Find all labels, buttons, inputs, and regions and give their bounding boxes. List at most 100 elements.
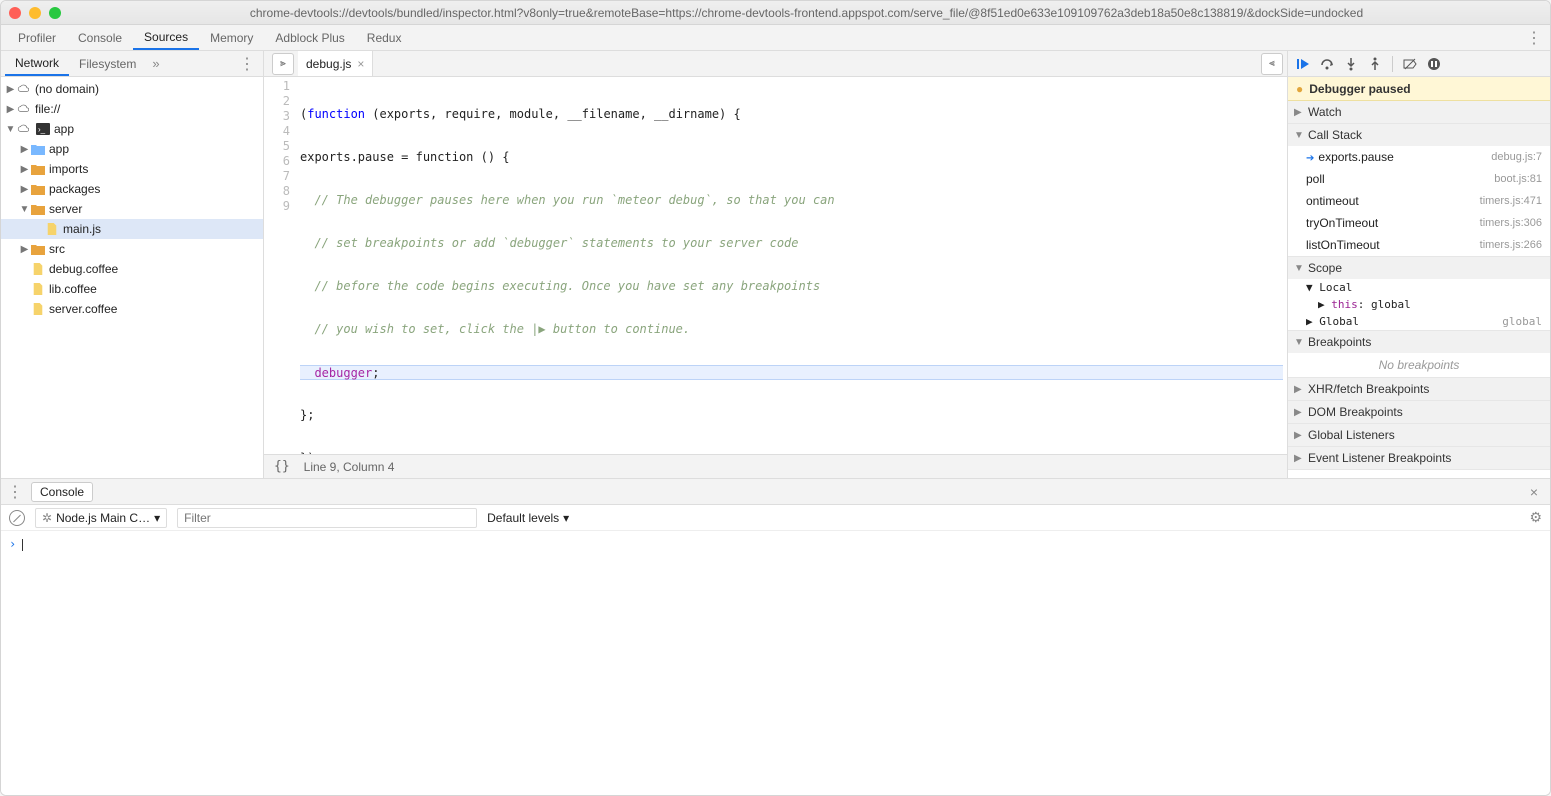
file-tab-debug-js[interactable]: debug.js × [298, 51, 373, 76]
drawer-tab-console[interactable]: Console [31, 482, 93, 502]
console-filter-input[interactable] [177, 508, 477, 528]
callstack-section-header[interactable]: ▼Call Stack [1288, 124, 1550, 146]
tree-folder-src[interactable]: ▶ src [1, 239, 263, 259]
tree-file-server-coffee[interactable]: server.coffee [1, 299, 263, 319]
drawer-menu-button[interactable]: ⋮ [7, 482, 23, 502]
scope-this[interactable]: ▶ this: global [1288, 296, 1550, 313]
event-listener-breakpoints-header[interactable]: ▶Event Listener Breakpoints [1288, 447, 1550, 469]
frame-where: timers.js:471 [1480, 195, 1542, 207]
close-drawer-button[interactable]: × [1530, 484, 1538, 500]
scope-section-header[interactable]: ▼Scope [1288, 257, 1550, 279]
cloud-icon [16, 122, 31, 136]
stack-frame[interactable]: ontimeouttimers.js:471 [1288, 190, 1550, 212]
folder-icon [30, 202, 45, 216]
console-prompt[interactable]: › [1, 531, 1550, 795]
tab-adblock-plus[interactable]: Adblock Plus [264, 25, 355, 50]
paused-banner: ● Debugger paused [1288, 77, 1550, 101]
stack-frame[interactable]: pollboot.js:81 [1288, 168, 1550, 190]
tree-node-no-domain[interactable]: ▶ (no domain) [1, 79, 263, 99]
scope-local[interactable]: ▼ Local [1288, 279, 1550, 296]
clear-console-button[interactable] [9, 510, 25, 526]
resume-button[interactable] [1294, 55, 1312, 73]
section-title: Global Listeners [1308, 428, 1395, 442]
node-label: main.js [63, 222, 101, 236]
more-tabs-icon[interactable]: » [152, 56, 159, 71]
node-label: app [54, 122, 74, 136]
toggle-navigator-button[interactable]: ⫸ [272, 53, 294, 75]
stack-frame[interactable]: ➔ exports.pause debug.js:7 [1288, 146, 1550, 168]
source-editor: ⫸ debug.js × ⫷ 123456789 (function (expo… [264, 51, 1288, 478]
tab-sources[interactable]: Sources [133, 25, 199, 50]
tab-profiler[interactable]: Profiler [7, 25, 67, 50]
frame-fn: poll [1306, 172, 1325, 186]
context-selector[interactable]: ✲ Node.js Main C… ▾ [35, 508, 167, 528]
file-icon [30, 262, 45, 276]
tab-redux[interactable]: Redux [356, 25, 413, 50]
scope-global[interactable]: ▶ Global global [1288, 313, 1550, 330]
section-title: Watch [1308, 105, 1342, 119]
tree-file-debug-coffee[interactable]: debug.coffee [1, 259, 263, 279]
code: // set breakpoints or add `debugger` sta… [300, 236, 799, 250]
dom-breakpoints-header[interactable]: ▶DOM Breakpoints [1288, 401, 1550, 423]
cloud-icon [16, 102, 31, 116]
warning-icon: ● [1296, 82, 1303, 96]
close-tab-icon[interactable]: × [357, 57, 364, 71]
step-over-button[interactable] [1318, 55, 1336, 73]
node-label: app [49, 142, 69, 156]
stack-frame[interactable]: listOnTimeouttimers.js:266 [1288, 234, 1550, 256]
cursor-position: Line 9, Column 4 [304, 460, 395, 474]
xhr-breakpoints-header[interactable]: ▶XHR/fetch Breakpoints [1288, 378, 1550, 400]
tree-folder-imports[interactable]: ▶ imports [1, 159, 263, 179]
paused-label: Debugger paused [1309, 82, 1410, 96]
node-label: server [49, 202, 82, 216]
tree-folder-app[interactable]: ▶ app [1, 139, 263, 159]
tree-node-file[interactable]: ▶ file:// [1, 99, 263, 119]
tree-folder-packages[interactable]: ▶ packages [1, 179, 263, 199]
code [300, 366, 314, 380]
current-frame-icon: ➔ [1306, 153, 1314, 164]
more-menu-button[interactable]: ⋮ [1526, 28, 1542, 48]
minimize-window-button[interactable] [29, 7, 41, 19]
tree-file-lib-coffee[interactable]: lib.coffee [1, 279, 263, 299]
node-label: packages [49, 182, 100, 196]
scope-value: : global [1358, 298, 1411, 311]
folder-icon [30, 242, 45, 256]
navigator-tab-network[interactable]: Network [5, 51, 69, 76]
pretty-print-button[interactable]: {} [274, 459, 290, 474]
tree-file-main-js[interactable]: main.js [1, 219, 263, 239]
navigator-more-menu[interactable]: ⋮ [239, 54, 255, 74]
toggle-debugger-button[interactable]: ⫷ [1261, 53, 1283, 75]
maximize-window-button[interactable] [49, 7, 61, 19]
close-window-button[interactable] [9, 7, 21, 19]
tree-folder-server[interactable]: ▼ server [1, 199, 263, 219]
navigator-tab-filesystem[interactable]: Filesystem [69, 51, 146, 76]
log-levels-selector[interactable]: Default levels ▾ [487, 511, 569, 525]
chevron-down-icon: ▾ [154, 511, 160, 525]
file-icon [30, 282, 45, 296]
global-listeners-header[interactable]: ▶Global Listeners [1288, 424, 1550, 446]
tab-memory[interactable]: Memory [199, 25, 264, 50]
tab-console[interactable]: Console [67, 25, 133, 50]
frame-fn: exports.pause [1318, 150, 1393, 164]
console-drawer: ⋮ Console × ✲ Node.js Main C… ▾ Default … [1, 479, 1550, 795]
code: function [307, 107, 365, 121]
frame-fn: listOnTimeout [1306, 238, 1380, 252]
code-area[interactable]: (function (exports, require, module, __f… [296, 77, 1287, 454]
deactivate-breakpoints-button[interactable] [1401, 55, 1419, 73]
console-settings-button[interactable]: ⚙ [1529, 509, 1542, 526]
step-into-button[interactable] [1342, 55, 1360, 73]
breakpoints-section-header[interactable]: ▼Breakpoints [1288, 331, 1550, 353]
section-title: DOM Breakpoints [1308, 405, 1403, 419]
stack-frame[interactable]: tryOnTimeouttimers.js:306 [1288, 212, 1550, 234]
watch-section-header[interactable]: ▶Watch [1288, 101, 1550, 123]
debugger-panel: ● Debugger paused ▶Watch ▼Call Stack ➔ ex… [1288, 51, 1550, 478]
scope-label: Global [1319, 315, 1359, 328]
node-label: lib.coffee [49, 282, 97, 296]
pause-exceptions-button[interactable] [1425, 55, 1443, 73]
frame-where: debug.js:7 [1491, 151, 1542, 163]
section-title: Breakpoints [1308, 335, 1371, 349]
tree-node-app-root[interactable]: ▼ ›_ app [1, 119, 263, 139]
code: // you wish to set, click the |▶ button … [300, 322, 690, 336]
line-gutter[interactable]: 123456789 [264, 77, 296, 454]
step-out-button[interactable] [1366, 55, 1384, 73]
